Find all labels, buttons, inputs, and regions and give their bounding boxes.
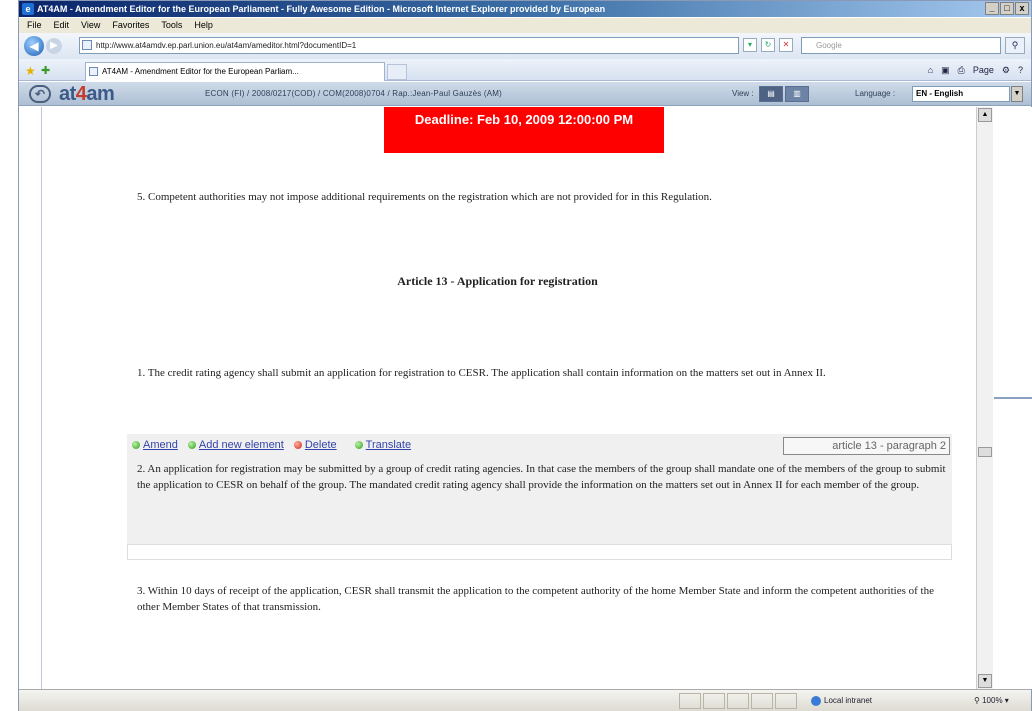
deadline-banner: Deadline: Feb 10, 2009 12:00:00 PM xyxy=(384,107,664,153)
search-placeholder: Google xyxy=(816,41,842,50)
delete-link[interactable]: Delete xyxy=(293,439,337,451)
paragraph-2[interactable]: 2. An application for registration may b… xyxy=(137,461,957,493)
tab-page-icon xyxy=(89,67,98,76)
menu-edit[interactable]: Edit xyxy=(54,18,70,33)
status-bar: Local intranet ⚲ 100% ▾ xyxy=(19,689,1031,711)
new-tab-button[interactable] xyxy=(387,64,407,80)
page-menu[interactable]: Page xyxy=(973,63,994,77)
view-split-button[interactable]: ▥ xyxy=(785,86,809,102)
add-favorite-icon[interactable]: ✚ xyxy=(41,64,50,77)
tab-bar: ★ ✚ AT4AM - Amendment Editor for the Eur… xyxy=(19,59,1031,81)
status-cell xyxy=(679,693,701,709)
app-back-icon[interactable]: ↶ xyxy=(29,85,51,103)
menu-favorites[interactable]: Favorites xyxy=(112,18,149,33)
add-element-link[interactable]: Add new element xyxy=(187,439,284,451)
address-buttons: ▾ ↻ ✕ xyxy=(743,38,793,52)
menu-file[interactable]: File xyxy=(27,18,42,33)
window-title: AT4AM - Amendment Editor for the Europea… xyxy=(37,4,606,14)
forward-button[interactable]: ▶ xyxy=(46,38,62,54)
home-icon[interactable]: ⌂ xyxy=(928,63,933,77)
menu-view[interactable]: View xyxy=(81,18,100,33)
paragraph-reference: article 13 - paragraph 2 xyxy=(783,437,950,455)
view-single-button[interactable]: ▤ xyxy=(759,86,783,102)
search-icon[interactable]: ⚲ xyxy=(1005,37,1025,54)
paragraph-3[interactable]: 3. Within 10 days of receipt of the appl… xyxy=(137,583,957,615)
back-button[interactable]: ◀ xyxy=(24,36,44,56)
language-select[interactable]: EN - English xyxy=(912,86,1010,102)
view-label: View : xyxy=(732,89,754,98)
app-logo: at4am xyxy=(59,83,115,105)
security-zone: Local intranet xyxy=(811,695,872,707)
language-label: Language : xyxy=(855,89,896,98)
scroll-down-icon[interactable]: ▼ xyxy=(978,674,992,688)
translate-link[interactable]: Translate xyxy=(354,439,411,451)
menu-tools[interactable]: Tools xyxy=(161,18,182,33)
favorites-star-icon[interactable]: ★ xyxy=(25,64,36,78)
gutter-divider xyxy=(994,397,1032,399)
maximize-button[interactable]: □ xyxy=(1000,2,1014,15)
document-reference: ECON (FI) / 2008/0217(COD) / COM(2008)07… xyxy=(205,89,502,98)
page-icon xyxy=(82,40,92,50)
tools-menu-icon[interactable]: ⚙ xyxy=(1002,63,1010,77)
url-input[interactable]: http://www.at4amdv.ep.parl.union.eu/at4a… xyxy=(79,37,739,54)
search-input[interactable]: Google xyxy=(801,37,1001,54)
menu-bar: File Edit View Favorites Tools Help xyxy=(19,18,1031,33)
scroll-thumb[interactable] xyxy=(978,447,992,457)
browser-window: e AT4AM - Amendment Editor for the Europ… xyxy=(18,0,1032,711)
zoom-level[interactable]: ⚲ 100% ▾ xyxy=(974,695,1009,707)
document-content: Deadline: Feb 10, 2009 12:00:00 PM 5. Co… xyxy=(19,107,976,689)
status-cell xyxy=(703,693,725,709)
scroll-up-icon[interactable]: ▲ xyxy=(978,108,992,122)
tab-active[interactable]: AT4AM - Amendment Editor for the Europea… xyxy=(85,62,385,81)
dropdown-arrow-icon[interactable]: ▾ xyxy=(743,38,757,52)
translate-icon xyxy=(354,441,363,449)
zoom-icon: ⚲ xyxy=(974,696,980,705)
refresh-icon[interactable]: ↻ xyxy=(761,38,775,52)
ie-logo-icon: e xyxy=(22,3,34,15)
paragraph-box-footer xyxy=(127,544,952,560)
minimize-button[interactable]: _ xyxy=(985,2,999,15)
amend-link[interactable]: Amend xyxy=(132,439,178,451)
close-button[interactable]: x xyxy=(1015,2,1029,15)
status-cell xyxy=(775,693,797,709)
tab-label: AT4AM - Amendment Editor for the Europea… xyxy=(102,67,299,76)
intranet-globe-icon xyxy=(811,695,821,706)
paragraph-5[interactable]: 5. Competent authorities may not impose … xyxy=(137,189,957,205)
paragraph-1[interactable]: 1. The credit rating agency shall submit… xyxy=(137,365,962,381)
status-cell xyxy=(751,693,773,709)
address-bar: ◀ ▶ http://www.at4amdv.ep.parl.union.eu/… xyxy=(19,33,1031,59)
title-bar: e AT4AM - Amendment Editor for the Europ… xyxy=(19,1,1031,17)
vertical-scrollbar[interactable]: ▲ ▼ xyxy=(976,107,993,689)
article-title: Article 13 - Application for registratio… xyxy=(397,274,598,288)
feeds-icon[interactable]: ▣ xyxy=(941,63,950,77)
status-cell xyxy=(727,693,749,709)
amend-icon xyxy=(132,441,140,449)
window-controls: _ □ x xyxy=(985,2,1029,15)
command-bar: ⌂ ▣ ⎙ Page ⚙ ? xyxy=(928,63,1023,77)
delete-icon xyxy=(293,441,302,449)
help-icon[interactable]: ? xyxy=(1018,63,1023,77)
print-icon[interactable]: ⎙ xyxy=(958,63,965,77)
stop-icon[interactable]: ✕ xyxy=(779,38,793,52)
url-text: http://www.at4amdv.ep.parl.union.eu/at4a… xyxy=(96,41,357,50)
menu-help[interactable]: Help xyxy=(194,18,213,33)
app-header: ↶ at4am ECON (FI) / 2008/0217(COD) / COM… xyxy=(19,82,1031,106)
add-icon xyxy=(187,441,196,449)
paragraph-actions: Amend Add new element Delete Translate xyxy=(132,439,411,451)
chevron-down-icon[interactable]: ▼ xyxy=(1011,86,1023,102)
